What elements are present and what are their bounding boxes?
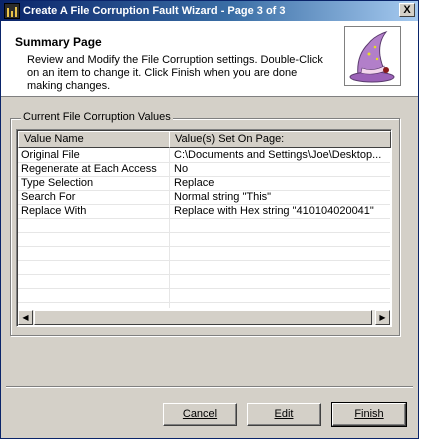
wizard-hat-icon bbox=[344, 26, 401, 86]
page-description: Review and Modify the File Corruption se… bbox=[27, 54, 323, 92]
finish-label: Finish bbox=[354, 408, 384, 420]
row-name: Original File bbox=[21, 149, 80, 161]
horizontal-scrollbar[interactable]: ◀ ▶ bbox=[18, 310, 390, 325]
row-name: Regenerate at Each Access bbox=[21, 163, 157, 175]
list-item[interactable]: Regenerate at Each Access No bbox=[18, 162, 390, 177]
window-title: Create A File Corruption Fault Wizard - … bbox=[23, 5, 286, 17]
scroll-thumb[interactable] bbox=[34, 310, 372, 325]
listview-header: Value Name Value(s) Set On Page: bbox=[18, 131, 391, 148]
list-item[interactable]: Search For Normal string "This" bbox=[18, 190, 390, 205]
column-header-values-set[interactable]: Value(s) Set On Page: bbox=[169, 131, 391, 148]
row-value: C:\Documents and Settings\Joe\Desktop... bbox=[174, 149, 382, 161]
scroll-right-button[interactable]: ▶ bbox=[375, 310, 390, 325]
arrow-left-icon: ◀ bbox=[22, 313, 29, 322]
page-title: Summary Page bbox=[15, 35, 102, 49]
finish-button[interactable]: Finish bbox=[331, 402, 407, 427]
list-item[interactable]: Original File C:\Documents and Settings\… bbox=[18, 148, 390, 163]
arrow-right-icon: ▶ bbox=[379, 313, 386, 322]
app-icon bbox=[4, 3, 20, 19]
row-value: No bbox=[174, 163, 189, 175]
row-name: Replace With bbox=[21, 205, 87, 217]
group-legend: Current File Corruption Values bbox=[21, 111, 173, 123]
close-icon: X bbox=[403, 4, 411, 16]
edit-label: Edit bbox=[274, 408, 294, 420]
scroll-left-button[interactable]: ◀ bbox=[18, 310, 33, 325]
row-value: Replace bbox=[174, 177, 215, 189]
edit-button[interactable]: Edit bbox=[247, 403, 321, 426]
button-divider bbox=[6, 386, 413, 388]
list-item[interactable]: Replace With Replace with Hex string "41… bbox=[18, 204, 390, 219]
values-group: Current File Corruption Values Value Nam… bbox=[10, 111, 400, 336]
row-name: Search For bbox=[21, 191, 76, 203]
wizard-header: Summary Page Review and Modify the File … bbox=[1, 21, 418, 97]
title-bar[interactable]: Create A File Corruption Fault Wizard - … bbox=[1, 1, 418, 21]
listview-body: Original File C:\Documents and Settings\… bbox=[18, 148, 390, 308]
cancel-label: Cancel bbox=[182, 408, 218, 420]
cancel-button[interactable]: Cancel bbox=[163, 403, 237, 426]
row-value: Replace with Hex string "410104020041" bbox=[174, 205, 374, 217]
row-name: Type Selection bbox=[21, 177, 94, 189]
values-listview[interactable]: Value Name Value(s) Set On Page: Origina… bbox=[16, 129, 392, 327]
close-button[interactable]: X bbox=[399, 3, 415, 17]
wizard-window: Create A File Corruption Fault Wizard - … bbox=[0, 0, 419, 439]
list-item[interactable]: Type Selection Replace bbox=[18, 176, 390, 191]
column-header-value-name[interactable]: Value Name bbox=[18, 131, 170, 148]
row-value: Normal string "This" bbox=[174, 191, 272, 203]
